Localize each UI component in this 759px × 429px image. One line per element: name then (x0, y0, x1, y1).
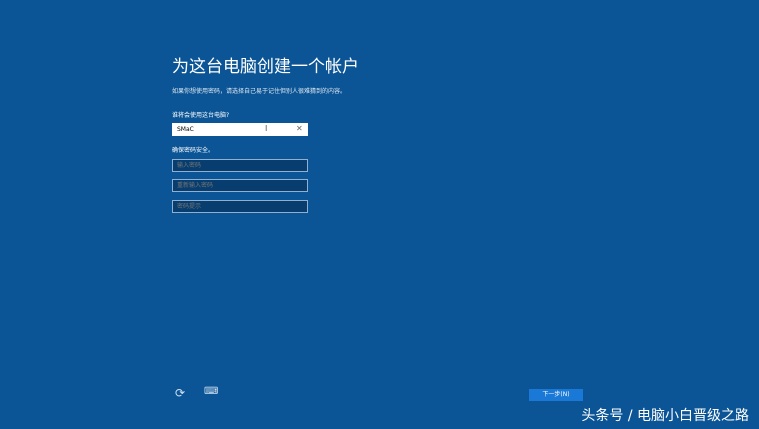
username-input[interactable] (172, 123, 308, 136)
password-hint-input[interactable] (172, 200, 308, 213)
page-title: 为这台电脑创建一个帐户 (172, 57, 359, 77)
name-label: 谁将会使用这台电脑? (172, 112, 230, 119)
description: 如果你想使用密码，请选择自己易于记住但别人很难猜到的内容。 (172, 88, 347, 95)
password-label: 确保密码安全。 (172, 147, 215, 154)
accessibility-icon[interactable]: ⟳ (175, 386, 185, 400)
text-cursor-icon: I (265, 124, 268, 133)
watermark: 头条号 / 电脑小白晋级之路 (581, 408, 749, 424)
reenter-password-input[interactable] (172, 179, 308, 192)
next-button[interactable]: 下一步(N) (529, 389, 583, 401)
password-input[interactable] (172, 159, 308, 172)
keyboard-icon[interactable]: ⌨ (204, 386, 218, 397)
clear-icon[interactable]: ✕ (296, 124, 303, 133)
